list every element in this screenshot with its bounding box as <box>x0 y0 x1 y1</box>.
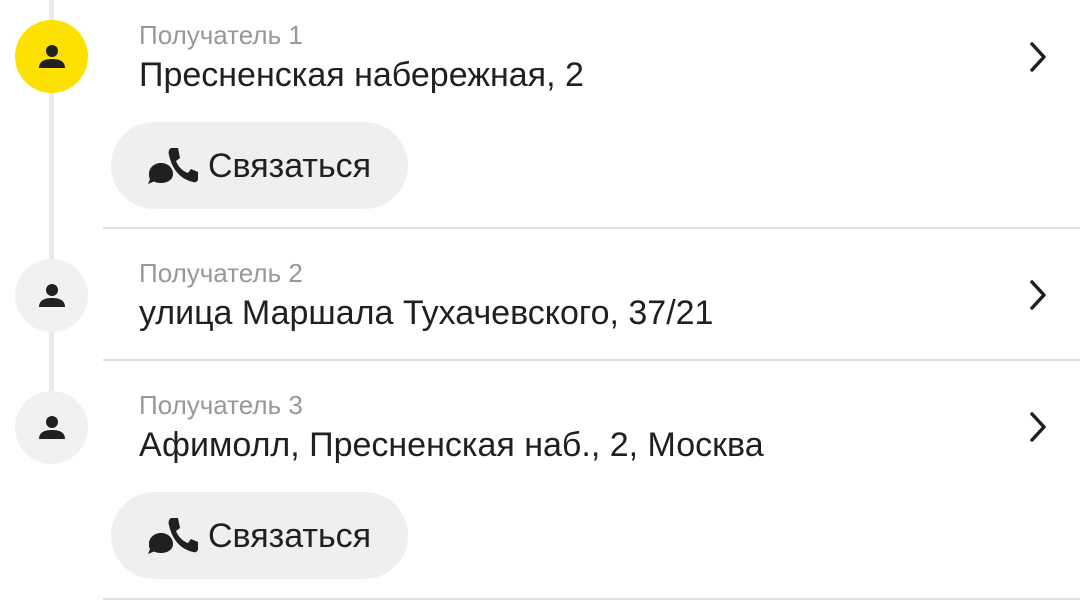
chat-phone-icon <box>148 517 198 554</box>
contact-button[interactable]: Связаться <box>111 492 408 579</box>
contact-button[interactable]: Связаться <box>111 122 408 209</box>
person-icon <box>38 415 65 439</box>
recipient-avatar <box>15 259 88 332</box>
contact-button-label: Связаться <box>208 146 372 185</box>
divider <box>103 598 1080 600</box>
chevron-right-icon[interactable] <box>1026 277 1050 313</box>
recipient-row-3[interactable]: Получатель 3 Афимолл, Пресненская наб., … <box>0 361 1080 481</box>
recipient-address: Пресненская набережная, 2 <box>139 56 584 94</box>
recipient-row-1[interactable]: Получатель 1 Пресненская набережная, 2 <box>0 0 1080 110</box>
recipient-label: Получатель 1 <box>139 20 303 50</box>
chevron-right-icon[interactable] <box>1026 39 1050 75</box>
recipient-avatar <box>15 20 88 93</box>
recipient-label: Получатель 3 <box>139 390 303 420</box>
person-icon <box>38 283 65 307</box>
recipient-address: улица Маршала Тухачевского, 37/21 <box>139 294 714 332</box>
recipients-list: Получатель 1 Пресненская набережная, 2 С… <box>0 0 1080 614</box>
recipient-row-2[interactable]: Получатель 2 улица Маршала Тухачевского,… <box>0 229 1080 359</box>
recipient-address: Афимолл, Пресненская наб., 2, Москва <box>139 426 764 464</box>
recipient-label: Получатель 2 <box>139 258 303 288</box>
chat-phone-icon <box>148 147 198 184</box>
contact-button-label: Связаться <box>208 516 372 555</box>
recipient-avatar <box>15 391 88 464</box>
person-icon <box>38 44 65 68</box>
chevron-right-icon[interactable] <box>1026 409 1050 445</box>
